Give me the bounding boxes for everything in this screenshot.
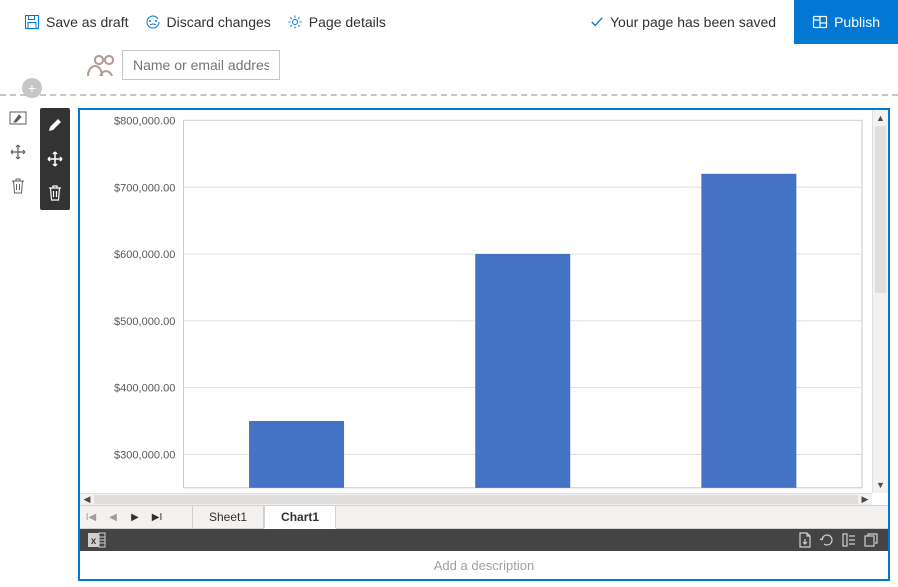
save-status: Your page has been saved bbox=[580, 8, 786, 36]
webpart-edit-button[interactable] bbox=[46, 116, 64, 134]
person-icon bbox=[86, 54, 114, 76]
discard-label: Discard changes bbox=[167, 14, 271, 30]
discard-icon bbox=[145, 14, 161, 30]
scroll-left-icon[interactable]: ◀ bbox=[80, 494, 94, 505]
tab-nav-first-button: I◀ bbox=[80, 506, 102, 528]
description-input[interactable]: Add a description bbox=[80, 551, 888, 579]
tab-sheet1[interactable]: Sheet1 bbox=[192, 506, 264, 528]
tab-nav-prev-button: ◀ bbox=[102, 506, 124, 528]
webpart-delete-button[interactable] bbox=[46, 184, 64, 202]
fullscreen-button[interactable] bbox=[862, 531, 880, 549]
page-details-button[interactable]: Page details bbox=[279, 8, 394, 36]
scroll-right-icon[interactable]: ▶ bbox=[858, 494, 872, 505]
tab-nav-next-button[interactable]: ▶ bbox=[124, 506, 146, 528]
canvas: $300,000.00 $400,000.00 $500,000.00 $600,00… bbox=[40, 108, 890, 581]
scroll-up-icon[interactable]: ▲ bbox=[873, 110, 888, 126]
delete-section-button[interactable] bbox=[8, 176, 28, 196]
svg-text:$300,000.00: $300,000.00 bbox=[114, 449, 175, 461]
svg-text:$500,000.00: $500,000.00 bbox=[114, 316, 175, 328]
save-icon bbox=[24, 14, 40, 30]
page-details-label: Page details bbox=[309, 14, 386, 30]
author-input[interactable] bbox=[122, 50, 280, 80]
tab-chart1[interactable]: Chart1 bbox=[264, 506, 336, 529]
info-button[interactable] bbox=[840, 531, 858, 549]
svg-text:$800,000.00: $800,000.00 bbox=[114, 115, 175, 127]
save-draft-button[interactable]: Save as draft bbox=[16, 8, 137, 36]
excel-logo-icon: x bbox=[88, 531, 106, 549]
bar-chart: $300,000.00 $400,000.00 $500,000.00 $600,00… bbox=[88, 110, 872, 493]
add-section-button[interactable]: + bbox=[22, 78, 42, 98]
vertical-scrollbar[interactable]: ▲ ▼ bbox=[872, 110, 888, 493]
svg-text:$700,000.00: $700,000.00 bbox=[114, 182, 175, 194]
excel-webpart: $300,000.00 $400,000.00 $500,000.00 $600,00… bbox=[78, 108, 890, 581]
section-tool-rail bbox=[8, 108, 28, 196]
horizontal-scrollbar[interactable]: ◀ ▶ bbox=[80, 493, 872, 505]
author-strip bbox=[0, 44, 898, 90]
gear-icon bbox=[287, 14, 303, 30]
excel-status-bar: x bbox=[80, 529, 888, 551]
publish-icon bbox=[812, 14, 828, 30]
section-divider bbox=[0, 94, 898, 96]
publish-label: Publish bbox=[834, 14, 880, 30]
svg-text:x: x bbox=[91, 536, 97, 547]
chart-viewport: $300,000.00 $400,000.00 $500,000.00 $600,00… bbox=[80, 110, 888, 505]
refresh-button[interactable] bbox=[818, 531, 836, 549]
scroll-down-icon[interactable]: ▼ bbox=[873, 477, 888, 493]
webpart-move-button[interactable] bbox=[46, 150, 64, 168]
save-draft-label: Save as draft bbox=[46, 14, 129, 30]
checkmark-icon bbox=[590, 15, 604, 29]
command-bar: Save as draft Discard changes Page detai… bbox=[0, 0, 898, 44]
discard-changes-button[interactable]: Discard changes bbox=[137, 8, 279, 36]
webpart-toolbar bbox=[40, 108, 70, 210]
svg-text:$600,000.00: $600,000.00 bbox=[114, 249, 175, 261]
move-section-button[interactable] bbox=[8, 142, 28, 162]
tab-nav-last-button[interactable]: ▶I bbox=[146, 506, 168, 528]
publish-button[interactable]: Publish bbox=[794, 0, 898, 44]
edit-section-button[interactable] bbox=[8, 108, 28, 128]
svg-text:$400,000.00: $400,000.00 bbox=[114, 383, 175, 395]
plus-icon: + bbox=[28, 81, 36, 95]
save-status-text: Your page has been saved bbox=[610, 14, 776, 30]
sheet-tab-strip: I◀ ◀ ▶ ▶I Sheet1 Chart1 bbox=[80, 505, 888, 529]
download-button[interactable] bbox=[796, 531, 814, 549]
